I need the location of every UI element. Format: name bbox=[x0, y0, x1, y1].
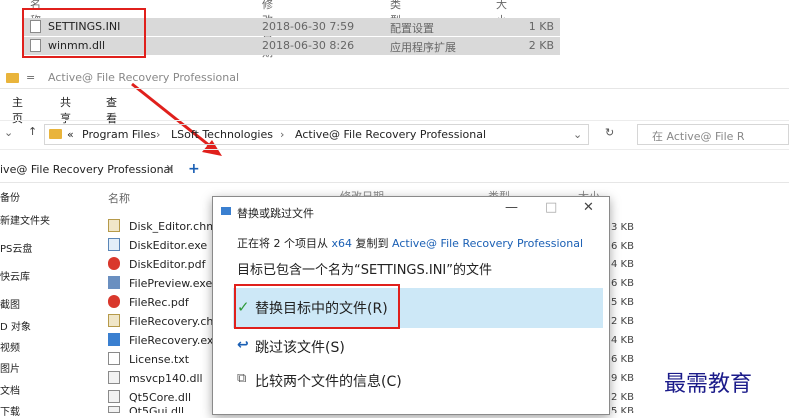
conflict-message: 目标已包含一个名为“SETTINGS.INI”的文件 bbox=[237, 263, 492, 278]
compare-icon: ⧉ bbox=[237, 371, 247, 386]
close-button[interactable]: ✕ bbox=[583, 200, 594, 215]
file-size: 2 KB bbox=[611, 316, 634, 327]
file-size: 2 KB bbox=[611, 392, 634, 403]
column-size-header[interactable]: 大小 bbox=[578, 188, 600, 196]
watermark-text: 最需教育 bbox=[664, 372, 753, 397]
progress-line: 正在将 2 个项目从 x64 复制到 Active@ File Recovery… bbox=[237, 235, 583, 251]
compare-option-label: 比较两个文件的信息(C) bbox=[255, 374, 402, 390]
skip-arrow-icon: ↩ bbox=[237, 337, 249, 353]
destination-link[interactable]: Active@ File Recovery Professional bbox=[392, 237, 583, 250]
file-size: 6 KB bbox=[611, 354, 634, 365]
file-size: 3 KB bbox=[611, 222, 634, 233]
search-input[interactable]: 在 Active@ File R bbox=[637, 124, 789, 145]
column-date-header[interactable]: 修改日期 bbox=[340, 188, 384, 196]
minimize-button[interactable]: — bbox=[505, 200, 518, 215]
file-size: 5 KB bbox=[611, 406, 634, 413]
highlight-box-replace bbox=[234, 284, 400, 329]
dialog-title: 替换或跳过文件 bbox=[237, 207, 314, 220]
file-size: 4 KB bbox=[611, 259, 634, 270]
skip-option-label: 跳过该文件(S) bbox=[255, 340, 345, 356]
column-type-header[interactable]: 类型 bbox=[488, 188, 510, 196]
file-size: 6 KB bbox=[611, 278, 634, 289]
file-size: 5 KB bbox=[611, 297, 634, 308]
progress-mid: 复制到 bbox=[355, 237, 389, 250]
progress-prefix: 正在将 2 个项目从 bbox=[237, 237, 328, 250]
skip-option[interactable]: ↩ 跳过该文件(S) bbox=[233, 331, 603, 363]
search-placeholder: 在 Active@ File R bbox=[652, 130, 745, 143]
maximize-button[interactable]: □ bbox=[545, 200, 557, 215]
file-size: 6 KB bbox=[611, 241, 634, 252]
replace-or-skip-dialog: 替换或跳过文件 — □ ✕ 正在将 2 个项目从 x64 复制到 Active@… bbox=[212, 196, 610, 415]
source-link[interactable]: x64 bbox=[332, 237, 353, 250]
file-size: 9 KB bbox=[611, 373, 634, 384]
file-size: 4 KB bbox=[611, 335, 634, 346]
copy-icon bbox=[221, 207, 231, 215]
compare-option[interactable]: ⧉ 比较两个文件的信息(C) bbox=[233, 365, 603, 397]
